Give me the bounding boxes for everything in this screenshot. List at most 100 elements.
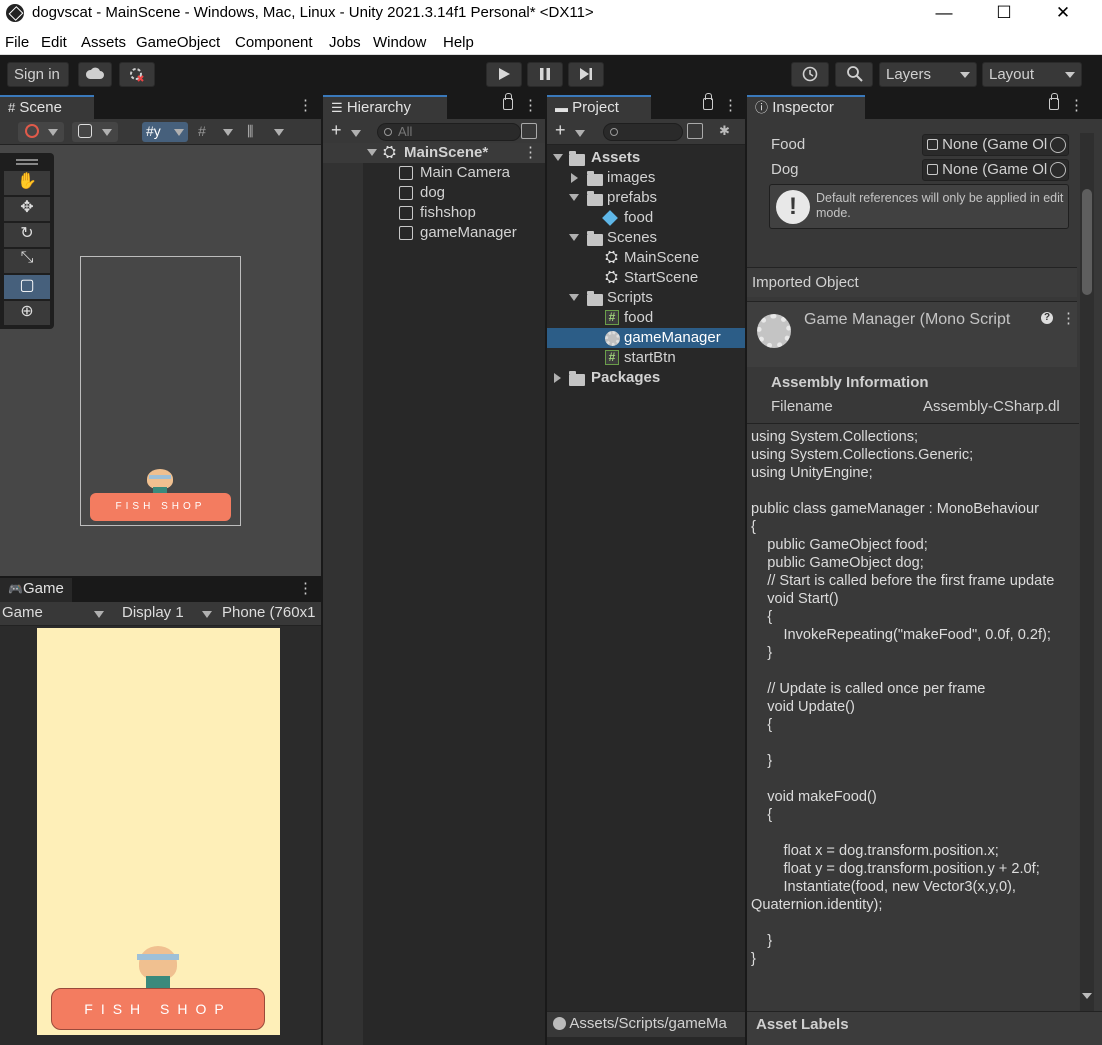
scene-row-menu-icon[interactable]: ⋮ bbox=[523, 144, 538, 162]
hierarchy-item[interactable]: gameManager bbox=[399, 223, 517, 243]
game-menu-icon[interactable]: ⋮ bbox=[298, 580, 313, 598]
grid-snap-toggle[interactable]: # bbox=[195, 122, 237, 142]
rotate-tool[interactable]: ↻ bbox=[4, 223, 50, 247]
chevron-down-icon bbox=[351, 130, 361, 137]
component-menu-icon[interactable]: ⋮ bbox=[1061, 310, 1076, 328]
hierarchy-search-input[interactable]: All bbox=[377, 123, 521, 141]
scroll-down-icon[interactable] bbox=[1082, 993, 1092, 999]
sign-in-button[interactable]: Sign in bbox=[7, 62, 69, 87]
hierarchy-item[interactable]: Main Camera bbox=[399, 163, 510, 183]
search-by-label-icon[interactable]: ✱ bbox=[719, 123, 733, 139]
object-picker-icon[interactable] bbox=[1050, 137, 1066, 153]
inspector-menu-icon[interactable]: ⋮ bbox=[1069, 97, 1084, 115]
expand-icon[interactable] bbox=[553, 154, 563, 161]
dog-object-field[interactable]: None (Game Ol bbox=[922, 159, 1069, 181]
project-search-input[interactable] bbox=[603, 123, 683, 141]
scene-panel: # Scene ⋮ #y # ⫼ ✋ ✥ ↻ ⤡ ▢ ⊕ FISH SHOP bbox=[0, 93, 321, 576]
transform-tool[interactable]: ⊕ bbox=[4, 301, 50, 325]
game-cat-sprite[interactable] bbox=[129, 940, 187, 992]
csharp-script-icon: # bbox=[605, 350, 619, 365]
menu-edit[interactable]: Edit bbox=[41, 34, 67, 51]
scale-tool[interactable]: ⤡ bbox=[4, 249, 50, 273]
resolution-dropdown[interactable]: Phone (760x1 bbox=[222, 604, 321, 624]
tree-item-script-startbtn[interactable]: # startBtn bbox=[547, 348, 676, 368]
menu-file[interactable]: File bbox=[5, 34, 29, 51]
tree-item-images[interactable]: images bbox=[547, 168, 655, 188]
tree-item-mainscene[interactable]: ⛭ MainScene bbox=[547, 248, 699, 268]
menu-gameobject[interactable]: GameObject bbox=[136, 34, 220, 51]
object-picker-icon[interactable] bbox=[1050, 162, 1066, 178]
menu-assets[interactable]: Assets bbox=[81, 34, 126, 51]
menu-component[interactable]: Component bbox=[235, 34, 313, 51]
layers-dropdown[interactable]: Layers bbox=[879, 62, 977, 87]
expand-icon[interactable] bbox=[569, 294, 579, 301]
step-button[interactable] bbox=[568, 62, 604, 87]
asset-labels-bar[interactable]: Asset Labels bbox=[747, 1011, 1102, 1045]
menu-window[interactable]: Window bbox=[373, 34, 426, 51]
expand-icon[interactable] bbox=[569, 194, 579, 201]
maximize-button[interactable]: ☐ bbox=[984, 2, 1024, 24]
expand-icon[interactable] bbox=[367, 149, 377, 156]
menu-jobs[interactable]: Jobs bbox=[329, 34, 361, 51]
tab-project[interactable]: ▬ Project bbox=[547, 95, 651, 119]
hierarchy-item[interactable]: dog bbox=[399, 183, 445, 203]
close-button[interactable]: ✕ bbox=[1043, 2, 1083, 24]
menu-help[interactable]: Help bbox=[443, 34, 474, 51]
tree-item-prefab-food[interactable]: food bbox=[547, 208, 653, 228]
hierarchy-scene-row[interactable]: ⛭ MainScene* ⋮ bbox=[323, 143, 545, 163]
increment-snap-toggle[interactable]: ⫼ bbox=[244, 122, 290, 142]
project-menu-icon[interactable]: ⋮ bbox=[723, 97, 738, 115]
hand-tool[interactable]: ✋ bbox=[4, 171, 50, 195]
scene-fish-shop-sprite[interactable]: FISH SHOP bbox=[90, 493, 231, 521]
game-viewport[interactable]: FISH SHOP bbox=[37, 628, 280, 1035]
tab-inspector[interactable]: ⓘ Inspector bbox=[747, 95, 865, 119]
help-icon[interactable]: ? bbox=[1041, 312, 1053, 324]
collab-button[interactable] bbox=[119, 62, 155, 87]
scrollbar-thumb[interactable] bbox=[1082, 189, 1092, 295]
hierarchy-item[interactable]: fishshop bbox=[399, 203, 476, 223]
expand-icon[interactable] bbox=[571, 173, 578, 183]
tree-item-scripts[interactable]: Scripts bbox=[547, 288, 653, 308]
expand-icon[interactable] bbox=[554, 373, 561, 383]
gizmo-toggle[interactable] bbox=[18, 122, 64, 142]
game-mode-dropdown[interactable]: Game bbox=[2, 604, 108, 624]
lock-icon[interactable] bbox=[703, 93, 713, 110]
tree-item-startscene[interactable]: ⛭ StartScene bbox=[547, 268, 698, 288]
tree-item-assets[interactable]: Assets bbox=[547, 148, 640, 168]
tab-hierarchy[interactable]: ☰ Hierarchy bbox=[323, 95, 447, 119]
lock-icon[interactable] bbox=[1049, 93, 1059, 110]
create-button[interactable]: + bbox=[555, 120, 585, 141]
tree-item-scenes[interactable]: Scenes bbox=[547, 228, 657, 248]
snap-toggle[interactable]: #y bbox=[142, 122, 188, 142]
tree-item-script-gamemanager[interactable]: gameManager bbox=[547, 328, 745, 348]
layout-dropdown[interactable]: Layout bbox=[982, 62, 1082, 87]
scene-name: MainScene* bbox=[404, 144, 489, 161]
pause-button[interactable] bbox=[527, 62, 563, 87]
search-by-type-icon[interactable] bbox=[687, 123, 703, 139]
scene-cat-sprite[interactable] bbox=[143, 465, 177, 495]
tab-scene[interactable]: # Scene bbox=[0, 95, 94, 119]
rect-tool[interactable]: ▢ bbox=[4, 275, 50, 299]
lock-icon[interactable] bbox=[503, 93, 513, 110]
scene-menu-icon[interactable]: ⋮ bbox=[298, 97, 313, 115]
cloud-button[interactable] bbox=[78, 62, 112, 87]
draw-mode-toggle[interactable] bbox=[72, 122, 118, 142]
display-dropdown[interactable]: Display 1 bbox=[122, 604, 214, 624]
game-fish-shop-sprite[interactable]: FISH SHOP bbox=[51, 988, 265, 1030]
search-button[interactable] bbox=[835, 62, 873, 87]
play-button[interactable] bbox=[486, 62, 522, 87]
move-tool[interactable]: ✥ bbox=[4, 197, 50, 221]
palette-drag-handle[interactable] bbox=[16, 159, 38, 165]
tab-game[interactable]: 🎮Game bbox=[0, 578, 72, 602]
tree-item-prefabs[interactable]: prefabs bbox=[547, 188, 657, 208]
tree-item-packages[interactable]: Packages bbox=[547, 368, 660, 388]
history-button[interactable] bbox=[791, 62, 829, 87]
tree-item-script-food[interactable]: # food bbox=[547, 308, 653, 328]
expand-icon[interactable] bbox=[569, 234, 579, 241]
hierarchy-menu-icon[interactable]: ⋮ bbox=[523, 97, 538, 115]
inspector-scrollbar[interactable] bbox=[1080, 133, 1094, 1013]
scene-visibility-icon[interactable] bbox=[521, 123, 537, 139]
food-object-field[interactable]: None (Game Ol bbox=[922, 134, 1069, 156]
create-button[interactable]: + bbox=[331, 120, 361, 141]
minimize-button[interactable]: — bbox=[924, 2, 964, 24]
